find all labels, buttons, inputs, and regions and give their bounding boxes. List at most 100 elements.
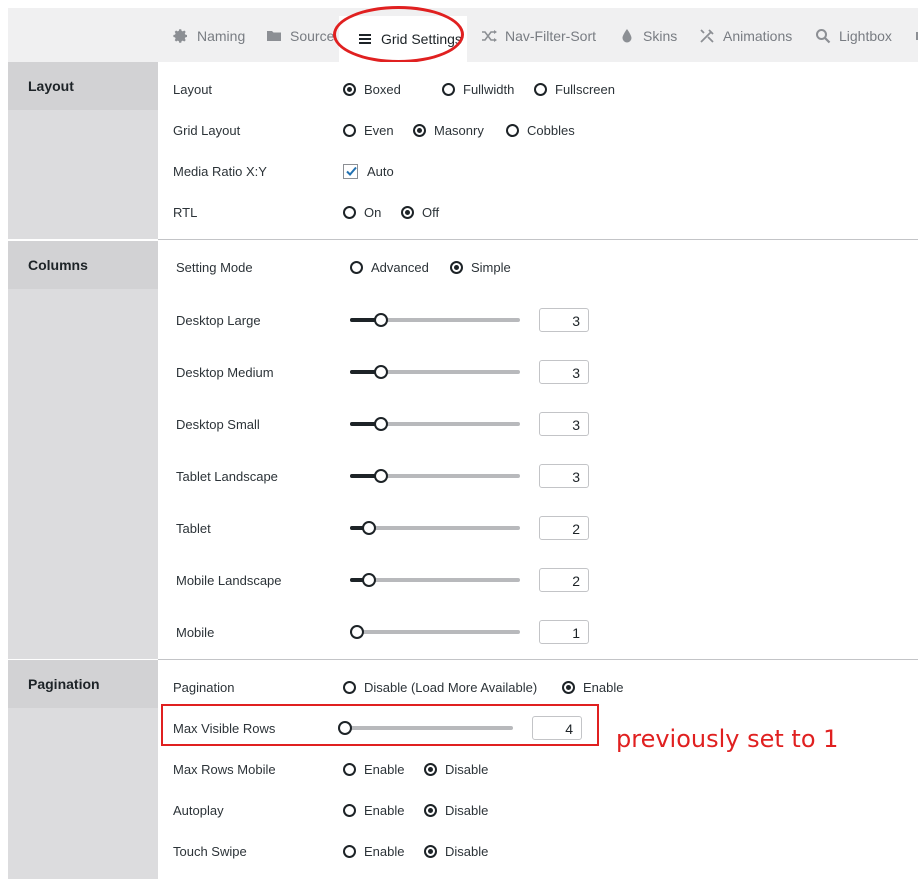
checkbox-checked <box>343 163 358 179</box>
radio-advanced[interactable]: Advanced <box>350 260 429 275</box>
radio-simple[interactable]: Simple <box>450 260 511 275</box>
tab-naming[interactable]: Naming <box>172 16 245 56</box>
radio-enable[interactable]: Enable <box>343 762 404 777</box>
slider-row: Tablet 2 <box>158 516 918 540</box>
slider-row: Mobile 1 <box>158 620 918 644</box>
option-label: On <box>364 204 382 220</box>
section-layout: Layout Layout Boxed Fullwidth Fullscreen… <box>8 62 918 239</box>
radio-selected <box>413 123 426 137</box>
annotation-rectangle <box>161 704 599 746</box>
radio-fullwidth[interactable]: Fullwidth <box>442 82 514 97</box>
slider-thumb[interactable] <box>362 521 376 535</box>
option-label: Disable <box>445 843 489 859</box>
tab-label: Lightbox <box>839 28 892 44</box>
column-count-input[interactable]: 3 <box>539 464 589 488</box>
slider-thumb[interactable] <box>362 573 376 587</box>
option-label: Off <box>422 204 440 220</box>
slider-thumb[interactable] <box>350 625 364 639</box>
slider-row: Desktop Small 3 <box>158 412 918 436</box>
column-count-input[interactable]: 3 <box>539 360 589 384</box>
section-content: Pagination Disable (Load More Available)… <box>158 660 918 879</box>
radio-selected <box>424 803 437 817</box>
tab-skins[interactable]: Skins <box>618 16 677 56</box>
radio-disable[interactable]: Disable <box>424 762 488 777</box>
slider-row: Desktop Medium 3 <box>158 360 918 384</box>
radio-cobbles[interactable]: Cobbles <box>506 123 575 138</box>
radio-selected <box>343 82 356 96</box>
column-slider[interactable] <box>350 625 520 639</box>
option-label: Enable <box>364 802 405 818</box>
radio-unselected <box>343 762 356 776</box>
radio-enable[interactable]: Enable <box>343 844 404 859</box>
field-label: Tablet Landscape <box>176 468 278 484</box>
slider-thumb[interactable] <box>374 365 388 379</box>
radio-enable[interactable]: Enable <box>562 680 623 695</box>
tab-overflow-icon[interactable] <box>913 16 918 56</box>
column-count-input[interactable]: 3 <box>539 308 589 332</box>
radio-boxed[interactable]: Boxed <box>343 82 401 97</box>
radio-disable[interactable]: Disable <box>424 844 488 859</box>
row-autoplay: Autoplay Enable Disable <box>158 799 918 821</box>
section-content: Layout Boxed Fullwidth Fullscreen Grid L… <box>158 62 918 239</box>
radio-enable[interactable]: Enable <box>343 803 404 818</box>
radio-disable[interactable]: Disable <box>424 803 488 818</box>
section-title: Layout <box>8 62 158 110</box>
radio-selected <box>401 205 414 219</box>
tab-lightbox[interactable]: Lightbox <box>814 16 892 56</box>
radio-unselected <box>343 205 356 219</box>
field-label: RTL <box>173 204 198 220</box>
section-sidebar <box>8 241 158 659</box>
radio-unselected <box>343 123 356 137</box>
column-slider[interactable] <box>350 313 520 327</box>
column-count-input[interactable]: 2 <box>539 516 589 540</box>
checkbox-auto[interactable]: Auto <box>343 163 394 179</box>
option-label: Auto <box>367 163 394 179</box>
radio-masonry[interactable]: Masonry <box>413 123 484 138</box>
column-slider[interactable] <box>350 365 520 379</box>
radio-even[interactable]: Even <box>343 123 394 138</box>
option-label: Disable <box>445 802 489 818</box>
column-count-input[interactable]: 1 <box>539 620 589 644</box>
option-label: Fullwidth <box>463 81 515 97</box>
radio-on[interactable]: On <box>343 205 381 220</box>
tab-source[interactable]: Source <box>265 16 334 56</box>
row-grid-layout: Grid Layout Even Masonry Cobbles <box>158 119 918 141</box>
radio-off[interactable]: Off <box>401 205 439 220</box>
radio-unselected <box>350 260 363 274</box>
radio-unselected <box>442 82 455 96</box>
radio-selected <box>424 844 437 858</box>
option-label: Cobbles <box>527 122 575 138</box>
slider-thumb[interactable] <box>374 469 388 483</box>
tab-animations[interactable]: Animations <box>698 16 792 56</box>
radio-unselected <box>506 123 519 137</box>
radio-selected <box>424 762 437 776</box>
tools-icon <box>698 27 716 45</box>
gear-icon <box>172 27 190 45</box>
field-label: Touch Swipe <box>173 843 247 859</box>
tab-nav-filter-sort[interactable]: Nav-Filter-Sort <box>480 16 596 56</box>
column-count-input[interactable]: 2 <box>539 568 589 592</box>
row-max-rows-mobile: Max Rows Mobile Enable Disable <box>158 758 918 780</box>
checkmark-icon <box>346 166 357 176</box>
column-count-input[interactable]: 3 <box>539 412 589 436</box>
radio-disable-load-more[interactable]: Disable (Load More Available) <box>343 680 537 695</box>
column-slider[interactable] <box>350 521 520 535</box>
option-label: Masonry <box>434 122 484 138</box>
slider-thumb[interactable] <box>374 313 388 327</box>
field-label: Mobile Landscape <box>176 572 282 588</box>
row-media-ratio: Media Ratio X:Y Auto <box>158 160 918 182</box>
slider-thumb[interactable] <box>374 417 388 431</box>
section-title: Pagination <box>8 660 158 708</box>
shuffle-icon <box>480 27 498 45</box>
section-content: Setting Mode Advanced Simple Desktop Lar… <box>158 241 918 659</box>
radio-fullscreen[interactable]: Fullscreen <box>534 82 615 97</box>
search-icon <box>814 27 832 45</box>
slider-row: Tablet Landscape 3 <box>158 464 918 488</box>
column-slider[interactable] <box>350 469 520 483</box>
option-label: Disable <box>445 761 489 777</box>
column-slider[interactable] <box>350 417 520 431</box>
field-label: Tablet <box>176 520 211 536</box>
field-label: Layout <box>173 81 213 97</box>
tab-label: Nav-Filter-Sort <box>505 28 597 44</box>
column-slider[interactable] <box>350 573 520 587</box>
